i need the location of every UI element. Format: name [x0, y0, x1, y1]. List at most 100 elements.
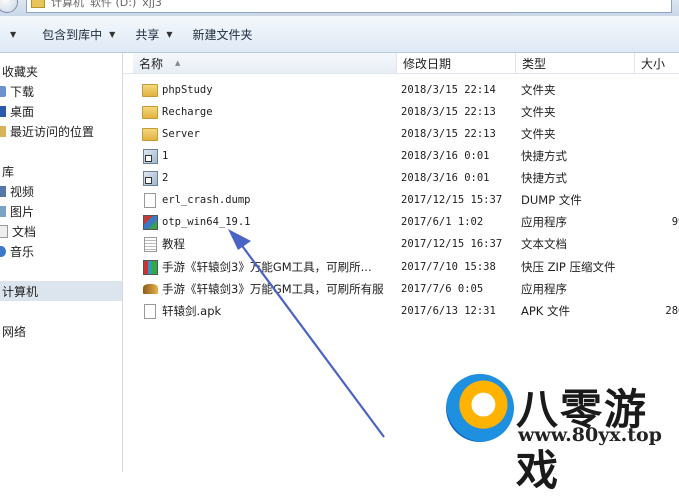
include-in-library-label: 包含到库中 [42, 27, 103, 42]
file-date: 2017/7/6 0:05 [401, 283, 484, 295]
apk-icon [144, 303, 156, 319]
file-date: 2018/3/16 0:01 [401, 172, 490, 184]
pictures-icon [0, 205, 6, 217]
nav-network-label: 网络 [2, 324, 27, 339]
file-row[interactable]: phpStudy 2018/3/15 22:14 文件夹 [123, 79, 679, 101]
breadcrumb-drive[interactable]: 软件 (D:) [90, 0, 136, 10]
file-size: 7 [637, 278, 679, 300]
nav-videos-label: 视频 [10, 184, 35, 199]
exe-icon [142, 214, 158, 230]
breadcrumb-computer[interactable]: 计算机 [51, 0, 84, 10]
file-row[interactable]: 教程 2017/12/15 16:37 文本文档 [123, 233, 679, 255]
file-row[interactable]: Server 2018/3/15 22:13 文件夹 [123, 123, 679, 145]
file-date: 2017/12/15 16:37 [401, 238, 503, 250]
file-row[interactable]: 手游《轩辕剑3》万能GM工具，可刷所有服 2017/7/6 0:05 应用程序 … [123, 278, 679, 300]
nav-videos[interactable]: 视频 [0, 182, 35, 200]
nav-computer-label: 计算机 [2, 284, 39, 299]
file-type: DUMP 文件 [521, 193, 582, 207]
nav-libraries[interactable]: 库 [2, 162, 14, 180]
file-size [637, 79, 679, 101]
file-row[interactable]: erl_crash.dump 2017/12/15 15:37 DUMP 文件 … [123, 189, 679, 211]
file-row[interactable]: Recharge 2018/3/15 22:13 文件夹 [123, 101, 679, 123]
nav-documents[interactable]: 文档 [0, 222, 36, 240]
file-size [637, 123, 679, 145]
share-button[interactable]: 共享 ▼ [128, 21, 179, 47]
column-header-size[interactable]: 大小 [635, 53, 679, 73]
new-folder-button[interactable]: 新建文件夹 [186, 21, 260, 47]
watermark-url: www.80yx.top [518, 424, 662, 446]
file-name: erl_crash.dump [162, 194, 251, 206]
file-type: 快捷方式 [521, 149, 567, 163]
file-row[interactable]: otp_win64_19.1 2017/6/1 1:02 应用程序 99,2 [123, 211, 679, 233]
file-type: 快压 ZIP 压缩文件 [521, 260, 616, 274]
folder-icon [142, 83, 158, 97]
recent-places-icon [0, 125, 6, 137]
sort-ascending-icon: ▲ [175, 59, 181, 67]
nav-desktop-label: 桌面 [10, 104, 35, 119]
file-date: 2017/7/10 15:38 [401, 261, 496, 273]
include-in-library-button[interactable]: 包含到库中 ▼ [35, 21, 122, 47]
file-date: 2018/3/15 22:14 [401, 84, 496, 96]
file-name: phpStudy [162, 84, 213, 96]
file-row[interactable]: 1 2018/3/16 0:01 快捷方式 [123, 145, 679, 167]
navigation-pane: 收藏夹 下载 桌面 最近访问的位置 库 视频 图片 文档 音乐 计算机 网络 [0, 53, 123, 472]
file-size: 286,1 [665, 305, 679, 317]
file-row[interactable]: 手游《轩辕剑3》万能GM工具，可刷所... 2017/7/10 15:38 快压… [123, 256, 679, 278]
address-bar-strip: 计算机 软件 (D:) xjj3 [0, 0, 679, 16]
command-bar: ▼ 包含到库中 ▼ 共享 ▼ 新建文件夹 [0, 16, 679, 53]
documents-icon [0, 224, 8, 238]
folder-icon [142, 105, 158, 119]
organize-button[interactable]: ▼ [0, 21, 23, 47]
video-icon [0, 185, 6, 197]
nav-downloads-label: 下载 [10, 84, 35, 99]
file-type: 快捷方式 [521, 171, 567, 185]
breadcrumb-folder[interactable]: xjj3 [142, 0, 162, 9]
file-date: 2018/3/15 22:13 [401, 106, 496, 118]
folder-icon [31, 0, 45, 8]
download-icon [0, 85, 6, 97]
folder-icon [142, 127, 158, 141]
file-type: 应用程序 [521, 282, 567, 296]
music-icon [0, 245, 6, 257]
shortcut-icon [142, 148, 158, 164]
nav-recent-label: 最近访问的位置 [10, 124, 95, 139]
file-size [637, 167, 679, 189]
dropdown-arrow-icon: ▼ [166, 29, 173, 39]
column-header-name-label: 名称 [139, 56, 164, 71]
nav-music[interactable]: 音乐 [0, 242, 34, 260]
brand-logo-icon [446, 374, 514, 442]
file-type: 应用程序 [521, 215, 567, 229]
nav-downloads[interactable]: 下载 [0, 82, 35, 100]
watermark: 八零游戏 www.80yx.top [446, 372, 679, 495]
column-header-type[interactable]: 类型 [516, 53, 635, 73]
nav-pictures[interactable]: 图片 [0, 202, 34, 220]
file-name: Recharge [162, 106, 213, 118]
column-header-name[interactable]: 名称 ▲ [133, 53, 397, 73]
nav-favorites[interactable]: 收藏夹 [2, 62, 38, 80]
text-file-icon [143, 236, 157, 252]
file-type: 文件夹 [521, 83, 556, 97]
column-header-date-label: 修改日期 [403, 56, 452, 71]
nav-network[interactable]: 网络 [2, 322, 26, 340]
back-button[interactable] [0, 0, 18, 13]
file-date: 2018/3/16 0:01 [401, 150, 490, 162]
file-row[interactable]: 轩辕剑.apk 2017/6/13 12:31 APK 文件 286,1 [123, 300, 679, 322]
zip-icon [142, 259, 158, 275]
file-date: 2017/6/1 1:02 [401, 216, 484, 228]
file-type: 文件夹 [521, 127, 556, 141]
file-size: 99,2 [671, 216, 679, 228]
dropdown-arrow-icon: ▼ [109, 29, 116, 39]
nav-favorites-label: 收藏夹 [2, 64, 39, 79]
nav-computer[interactable]: 计算机 [2, 282, 38, 300]
new-folder-label: 新建文件夹 [192, 27, 253, 42]
address-input[interactable]: 计算机 软件 (D:) xjj3 [26, 0, 672, 13]
column-header-date[interactable]: 修改日期 [397, 53, 516, 73]
file-date: 2017/6/13 12:31 [401, 305, 496, 317]
nav-recent[interactable]: 最近访问的位置 [0, 122, 95, 140]
desktop-icon [0, 105, 6, 117]
share-label: 共享 [135, 27, 160, 42]
column-header-size-label: 大小 [641, 56, 666, 71]
nav-desktop[interactable]: 桌面 [0, 102, 35, 120]
shortcut-icon [142, 170, 158, 186]
file-row[interactable]: 2 2018/3/16 0:01 快捷方式 [123, 167, 679, 189]
